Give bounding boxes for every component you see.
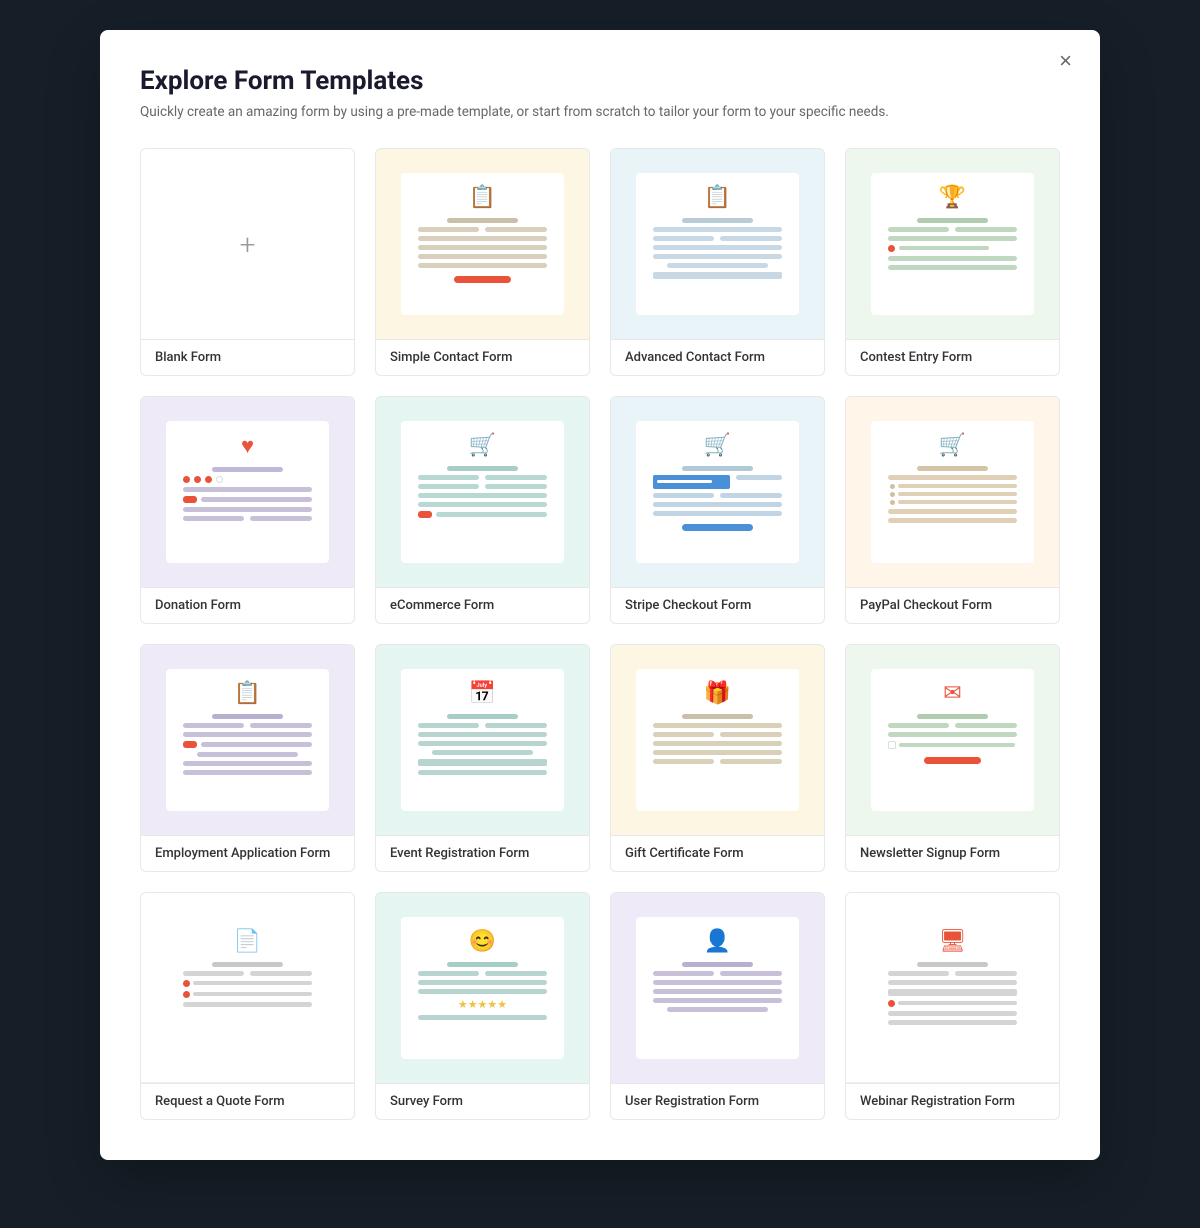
template-card-stripe[interactable]: 🛒 Stripe Checkout bbox=[610, 396, 825, 624]
template-preview-employment: 📋 bbox=[141, 645, 354, 835]
template-label-donation: Donation Form bbox=[141, 587, 354, 623]
template-label-employment: Employment Application Form bbox=[141, 835, 354, 871]
template-preview-newsletter: ✉ bbox=[846, 645, 1059, 835]
plus-icon: + bbox=[240, 228, 256, 261]
template-preview-stripe: 🛒 bbox=[611, 397, 824, 587]
template-card-ecommerce[interactable]: 🛒 eCommerce Form bbox=[375, 396, 590, 624]
template-preview-ecommerce: 🛒 bbox=[376, 397, 589, 587]
template-card-simple-contact[interactable]: 📋 Simple Contact Form bbox=[375, 148, 590, 376]
template-preview-event: 📅 bbox=[376, 645, 589, 835]
template-label-ecommerce: eCommerce Form bbox=[376, 587, 589, 623]
template-card-newsletter[interactable]: ✉ Newsletter Signup Form bbox=[845, 644, 1060, 872]
clipboard-icon: 📋 bbox=[234, 681, 261, 706]
template-preview-quote: 📄 bbox=[141, 893, 354, 1083]
template-label-webinar: Webinar Registration Form bbox=[846, 1083, 1059, 1119]
template-label-event: Event Registration Form bbox=[376, 835, 589, 871]
template-card-event[interactable]: 📅 Event Registration Form bbox=[375, 644, 590, 872]
person-icon: 👤 bbox=[704, 929, 731, 954]
close-button[interactable]: × bbox=[1051, 46, 1080, 76]
template-preview-webinar: 🖥 bbox=[846, 893, 1059, 1083]
template-card-contest[interactable]: 🏆 Contest Entry Form bbox=[845, 148, 1060, 376]
trophy-icon: 🏆 bbox=[939, 185, 966, 210]
template-preview-survey: 😊 ★★★★★ bbox=[376, 893, 589, 1083]
template-preview-blank: + bbox=[141, 149, 354, 339]
template-label-newsletter: Newsletter Signup Form bbox=[846, 835, 1059, 871]
template-card-employment[interactable]: 📋 Employment Application Form bbox=[140, 644, 355, 872]
modal-title: Explore Form Templates bbox=[140, 66, 1060, 96]
template-card-quote[interactable]: 📄 Request a Quote Fo bbox=[140, 892, 355, 1120]
heart-icon: ♥ bbox=[241, 433, 254, 459]
template-preview-contest: 🏆 bbox=[846, 149, 1059, 339]
gift-icon: 🎁 bbox=[704, 681, 731, 706]
modal-subtitle: Quickly create an amazing form by using … bbox=[140, 104, 1060, 120]
template-preview-user-reg: 👤 bbox=[611, 893, 824, 1083]
template-label-quote: Request a Quote Form bbox=[141, 1083, 354, 1119]
template-card-advanced-contact[interactable]: 📋 Advanced Contact Form bbox=[610, 148, 825, 376]
cart-icon-stripe: 🛒 bbox=[704, 433, 731, 458]
template-label-advanced-contact: Advanced Contact Form bbox=[611, 339, 824, 375]
template-preview-donation: ♥ bbox=[141, 397, 354, 587]
template-card-user-reg[interactable]: 👤 User Registration Form bbox=[610, 892, 825, 1120]
email-icon: ✉ bbox=[943, 681, 961, 706]
star-rating: ★★★★★ bbox=[458, 998, 507, 1011]
form-icon-adv: 📋 bbox=[704, 185, 731, 210]
templates-grid: + Blank Form 📋 bbox=[140, 148, 1060, 1120]
smiley-icon: 😊 bbox=[469, 929, 496, 954]
screen-icon: 🖥 bbox=[939, 929, 967, 954]
modal-overlay[interactable]: × Explore Form Templates Quickly create … bbox=[0, 0, 1200, 1228]
template-label-gift: Gift Certificate Form bbox=[611, 835, 824, 871]
template-label-user-reg: User Registration Form bbox=[611, 1083, 824, 1119]
template-card-gift[interactable]: 🎁 Gift Certificate Form bbox=[610, 644, 825, 872]
template-card-survey[interactable]: 😊 ★★★★★ Survey Form bbox=[375, 892, 590, 1120]
template-card-paypal[interactable]: 🛒 bbox=[845, 396, 1060, 624]
cart-icon-paypal: 🛒 bbox=[939, 433, 966, 458]
template-preview-gift: 🎁 bbox=[611, 645, 824, 835]
template-label-survey: Survey Form bbox=[376, 1083, 589, 1119]
template-preview-paypal: 🛒 bbox=[846, 397, 1059, 587]
template-card-blank[interactable]: + Blank Form bbox=[140, 148, 355, 376]
template-label-simple-contact: Simple Contact Form bbox=[376, 339, 589, 375]
cart-icon: 🛒 bbox=[469, 433, 496, 458]
template-card-donation[interactable]: ♥ bbox=[140, 396, 355, 624]
template-label-stripe: Stripe Checkout Form bbox=[611, 587, 824, 623]
template-preview-simple-contact: 📋 bbox=[376, 149, 589, 339]
modal: × Explore Form Templates Quickly create … bbox=[100, 30, 1100, 1160]
calendar-icon: 📅 bbox=[469, 681, 496, 706]
template-card-webinar[interactable]: 🖥 Webinar Registration Form bbox=[845, 892, 1060, 1120]
template-preview-advanced-contact: 📋 bbox=[611, 149, 824, 339]
form-icon: 📋 bbox=[469, 185, 496, 210]
template-label-blank: Blank Form bbox=[141, 339, 354, 375]
document-icon: 📄 bbox=[234, 929, 261, 954]
template-label-paypal: PayPal Checkout Form bbox=[846, 587, 1059, 623]
template-label-contest: Contest Entry Form bbox=[846, 339, 1059, 375]
